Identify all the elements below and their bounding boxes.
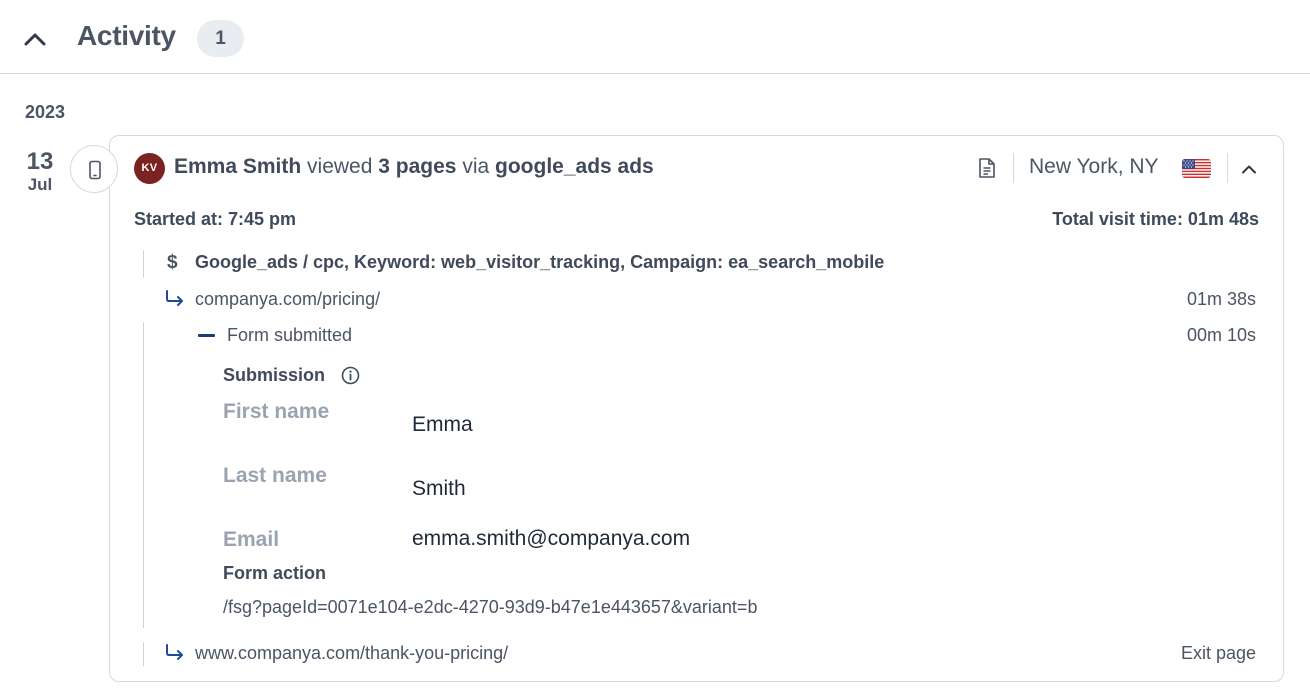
form-action-value: /fsg?pageId=0071e104-e2dc-4270-93d9-b47e… — [223, 597, 758, 617]
chevron-up-icon — [24, 33, 46, 46]
visit-started-at: Started at: 7:45 pm — [134, 209, 297, 229]
field-value-email: emma.smith@companya.com — [412, 527, 691, 550]
dollar-icon: $ — [167, 252, 178, 273]
activity-count-badge: 1 — [197, 20, 244, 57]
us-flag-icon — [1182, 159, 1211, 178]
collapse-visit-button[interactable] — [1241, 161, 1257, 182]
device-badge — [70, 145, 118, 193]
field-label-email: Email — [223, 528, 280, 551]
visit-source-detail: Google_ads / cpc, Keyword: web_visitor_t… — [195, 252, 885, 272]
field-value-last-name: Smith — [412, 477, 466, 500]
visitor-name[interactable]: Emma Smith — [174, 155, 301, 178]
visit-total-time: Total visit time: 01m 48s — [1052, 209, 1259, 229]
header-divider — [1227, 153, 1228, 183]
timeline-line — [143, 250, 144, 278]
timeline-line — [143, 322, 144, 628]
timeline-line — [143, 642, 144, 666]
header-divider — [1013, 153, 1014, 183]
visit-pages: 3 pages — [378, 155, 457, 178]
form-action-label: Form action — [223, 563, 327, 583]
exit-page-label: Exit page — [1180, 643, 1256, 663]
timeline-year: 2023 — [25, 102, 66, 122]
mobile-phone-icon — [89, 160, 101, 180]
collapse-activity-button[interactable] — [20, 24, 50, 54]
arrow-turn-right-icon — [164, 289, 186, 312]
field-label-last-name: Last name — [223, 464, 327, 487]
page-url-link[interactable]: www.companya.com/thank-you-pricing/ — [195, 643, 508, 664]
visit-location: New York, NY — [1029, 155, 1159, 178]
submission-label: Submission — [223, 365, 326, 385]
activity-header: Activity 1 — [0, 0, 1310, 74]
document-icon[interactable] — [978, 157, 996, 184]
visit-source: google_ads ads — [495, 155, 654, 178]
timeline-month: Jul — [27, 175, 53, 194]
visit-summary: Emma Smith viewed 3 pages via google_ads… — [174, 155, 654, 179]
visit-via: via — [462, 155, 490, 178]
field-value-first-name: Emma — [412, 413, 473, 436]
activity-title: Activity — [77, 20, 176, 51]
page-time: 01m 38s — [1186, 289, 1256, 309]
avatar[interactable]: KV — [134, 153, 165, 184]
chevron-up-icon — [1242, 165, 1256, 174]
arrow-turn-right-icon — [164, 643, 186, 666]
field-label-first-name: First name — [223, 400, 330, 423]
info-icon[interactable] — [341, 366, 360, 390]
timeline-day: 13 — [26, 148, 54, 175]
minus-icon[interactable] — [198, 334, 215, 337]
page-url-link[interactable]: companya.com/pricing/ — [195, 289, 380, 310]
form-time: 00m 10s — [1186, 325, 1256, 345]
visit-card: KV Emma Smith viewed 3 pages via google_… — [109, 135, 1284, 682]
visit-verb: viewed — [307, 155, 373, 178]
form-submitted-label[interactable]: Form submitted — [227, 325, 352, 346]
